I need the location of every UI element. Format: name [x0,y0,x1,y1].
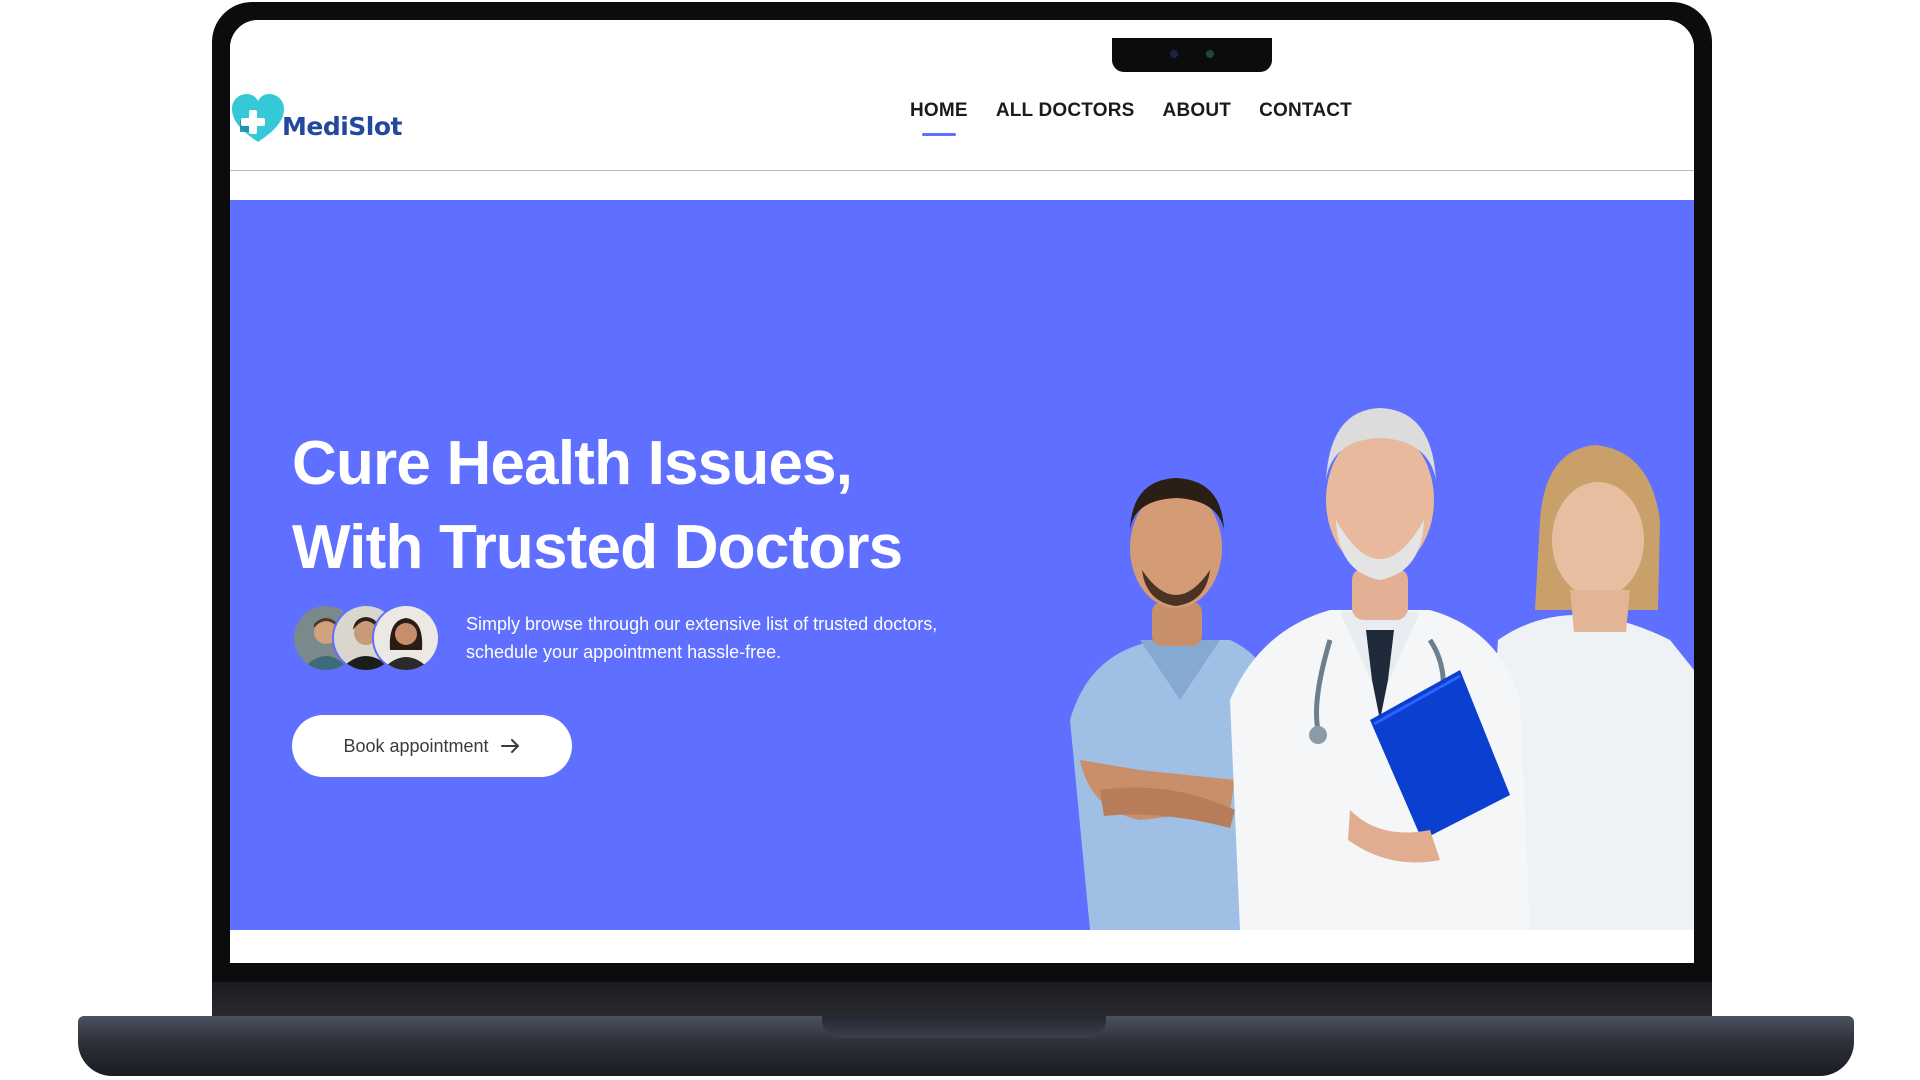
camera-notch [1112,38,1272,72]
nav-item-about[interactable]: ABOUT [1163,100,1232,122]
avatar [372,604,440,672]
brand-name: MediSlot [282,111,403,141]
camera-icon [1170,50,1178,58]
camera-light-icon [1206,50,1214,58]
hero-description-line-2: schedule your appointment hassle-free. [466,642,782,662]
book-appointment-label: Book appointment [343,735,489,756]
avatar-group [292,604,452,672]
doctors-illustration [1070,408,1694,930]
main-nav: HOME ALL DOCTORS ABOUT CONTACT [910,100,1352,122]
nav-item-all-doctors[interactable]: ALL DOCTORS [996,100,1135,122]
hero-description: Simply browse through our extensive list… [466,610,1026,666]
senior-doctor-figure [1230,408,1530,930]
brand-logo[interactable]: MediSlot [230,92,403,146]
hero-title: Cure Health Issues, With Trusted Doctors [292,422,903,590]
hero-title-line-2: With Trusted Doctors [292,513,903,582]
hero-title-line-1: Cure Health Issues, [292,429,853,498]
laptop-base-notch [822,1016,1106,1038]
heart-plus-logo-icon [232,94,284,142]
doctors-group-image [1030,340,1694,930]
nav-item-home[interactable]: HOME [910,100,968,122]
nav-item-contact[interactable]: CONTACT [1259,100,1352,122]
hero-description-line-1: Simply browse through our extensive list… [466,614,938,634]
navbar: MediSlot HOME ALL DOCTORS ABOUT CONTACT [230,20,1694,171]
laptop-screen: MediSlot HOME ALL DOCTORS ABOUT CONTACT … [230,20,1694,963]
hero-banner: Cure Health Issues, With Trusted Doctors [230,200,1694,930]
laptop-hinge [212,982,1712,1018]
arrow-right-icon [500,739,519,753]
book-appointment-button[interactable]: Book appointment [292,715,572,777]
user-avatar-3-icon [374,606,438,670]
